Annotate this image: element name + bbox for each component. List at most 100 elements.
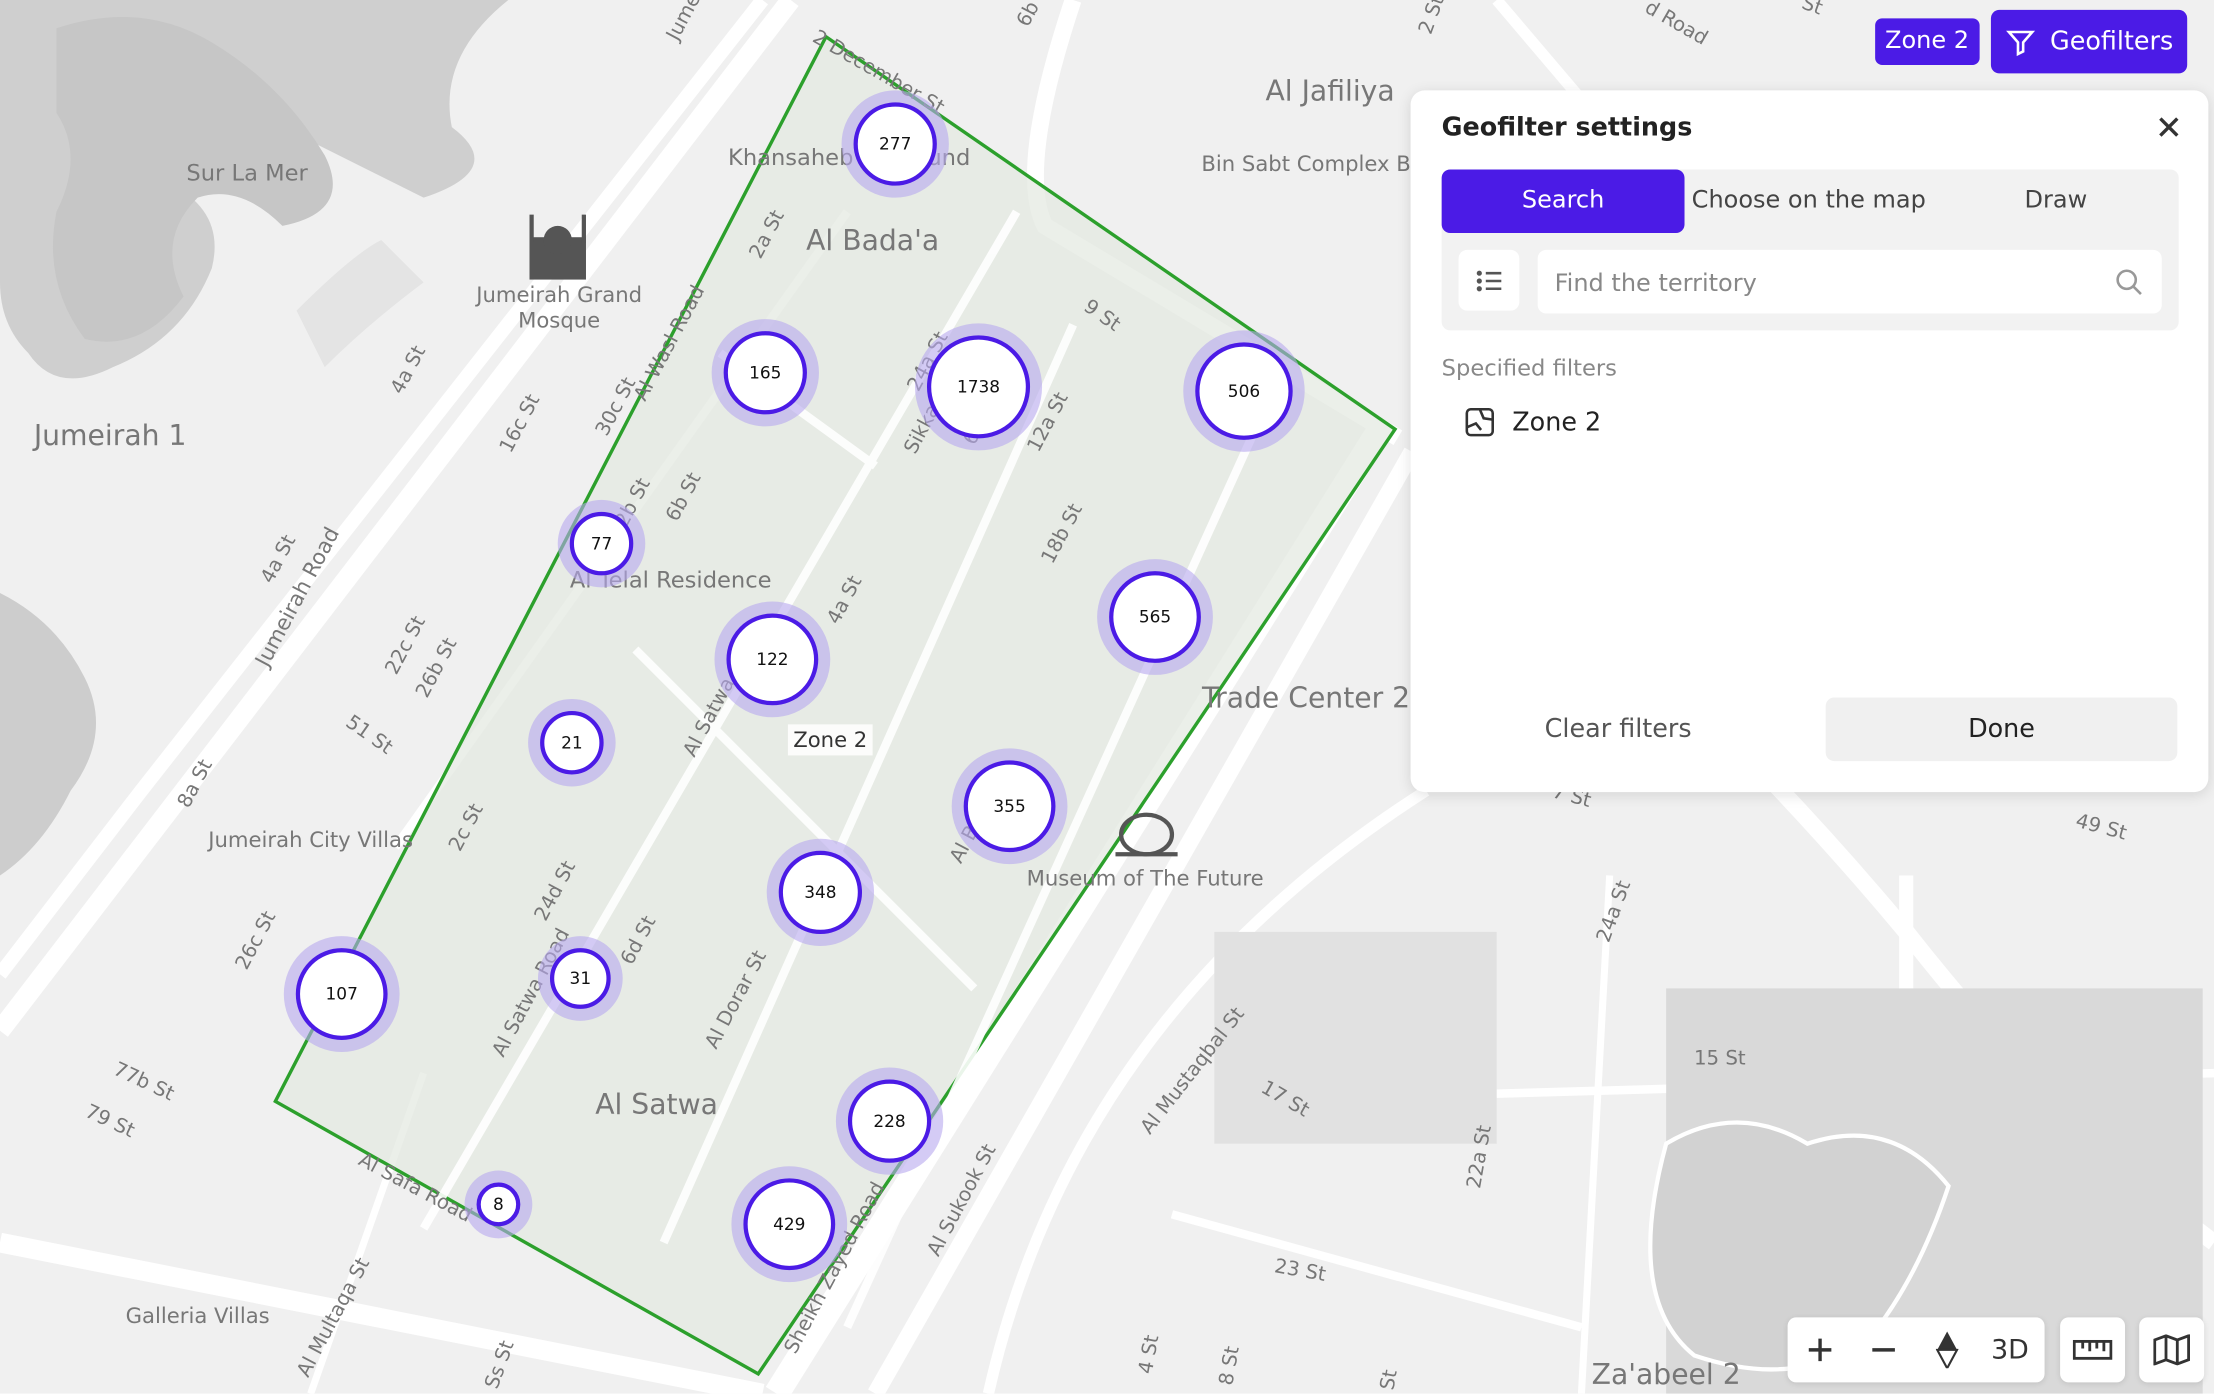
map-label-road: 4 St bbox=[1134, 1333, 1163, 1376]
map-label-road: Jume bbox=[661, 0, 706, 46]
cluster-count: 165 bbox=[749, 362, 781, 382]
map-label-poi: Mosque bbox=[518, 308, 600, 333]
map-label-district: Za'abeel 2 bbox=[1592, 1358, 1741, 1391]
beach-area bbox=[296, 240, 424, 368]
3d-toggle-button[interactable]: 3D bbox=[1978, 1317, 2042, 1382]
cluster-count: 429 bbox=[773, 1214, 805, 1234]
cluster-count: 21 bbox=[561, 732, 583, 752]
geofilter-settings-panel: Geofilter settings Search Choose on the … bbox=[1410, 90, 2209, 793]
map-layers-control bbox=[2139, 1317, 2205, 1383]
cluster-marker[interactable]: 565 bbox=[1097, 559, 1213, 675]
done-button[interactable]: Done bbox=[1825, 697, 2178, 762]
cluster-count: 228 bbox=[873, 1111, 905, 1131]
map-label-road: d Road bbox=[1641, 0, 1712, 50]
cluster-marker[interactable]: 165 bbox=[711, 319, 819, 427]
map-label-road: 77b St bbox=[110, 1057, 178, 1105]
zoom-out-icon bbox=[1871, 1348, 1895, 1352]
ruler-icon bbox=[2072, 1339, 2112, 1360]
cluster-marker[interactable]: 21 bbox=[528, 698, 616, 787]
cluster-count: 355 bbox=[993, 796, 1025, 816]
filter-icon bbox=[2005, 30, 2035, 56]
cluster-marker[interactable]: 31 bbox=[537, 936, 623, 1021]
ruler-control bbox=[2060, 1317, 2126, 1383]
map-label-place: Galleria Villas bbox=[126, 1303, 270, 1328]
zoom-out-button[interactable] bbox=[1851, 1317, 1915, 1382]
map-label-place: Jumeirah City Villas bbox=[206, 827, 413, 852]
search-icon[interactable] bbox=[2114, 267, 2145, 298]
cluster-count: 122 bbox=[756, 649, 788, 669]
zoom-in-button[interactable] bbox=[1788, 1317, 1852, 1382]
geofilters-label: Geofilters bbox=[2050, 26, 2174, 57]
compass-button[interactable] bbox=[1915, 1317, 1979, 1382]
cluster-count: 8 bbox=[493, 1194, 504, 1214]
cluster-marker[interactable]: 506 bbox=[1183, 330, 1305, 452]
map-label-road: 51 St bbox=[342, 710, 398, 759]
cluster-marker[interactable]: 429 bbox=[731, 1166, 848, 1283]
filter-item-zone-2[interactable]: Zone 2 bbox=[1464, 407, 1601, 438]
map-label-district: Al Bada'a bbox=[806, 224, 939, 257]
geofilters-button[interactable]: Geofilters bbox=[1990, 9, 2188, 74]
map-label-place: Sur La Mer bbox=[186, 161, 308, 187]
map-label-road: 4a St bbox=[386, 341, 430, 397]
zoom-in-icon bbox=[1808, 1338, 1831, 1362]
map-label-road: 15 St bbox=[1694, 1047, 1746, 1070]
filter-item-label: Zone 2 bbox=[1512, 407, 1602, 438]
cluster-count: 31 bbox=[570, 968, 592, 988]
tab-search[interactable]: Search bbox=[1441, 169, 1685, 233]
map-label-road: 2 St bbox=[1414, 0, 1449, 37]
zone-label: Zone 2 bbox=[793, 727, 867, 752]
map-label-district: Jumeirah 1 bbox=[32, 419, 187, 452]
building-block bbox=[1214, 931, 1497, 1144]
territory-icon bbox=[1465, 407, 1495, 437]
cluster-count: 277 bbox=[879, 134, 911, 154]
compass-icon bbox=[1935, 1331, 1958, 1369]
map-controls: 3D bbox=[1787, 1317, 2045, 1383]
map-label-district: Al Jafiliya bbox=[1266, 74, 1395, 107]
map-label-district: Trade Center 2 bbox=[1201, 681, 1410, 714]
list-icon bbox=[1476, 269, 1501, 291]
clear-filters-button[interactable]: Clear filters bbox=[1442, 698, 1795, 762]
cluster-marker[interactable]: 1738 bbox=[914, 323, 1043, 451]
cluster-marker[interactable]: 228 bbox=[835, 1067, 944, 1175]
map-label-road: St bbox=[1799, 0, 1826, 20]
cluster-marker[interactable]: 277 bbox=[841, 90, 949, 198]
map-label-place: Khansaheb bbox=[728, 145, 853, 171]
map-label-road: St bbox=[1376, 1368, 1402, 1392]
road bbox=[1170, 1210, 1583, 1332]
cluster-marker[interactable]: 348 bbox=[766, 838, 875, 947]
map-app: Sur La Mer Jumeirah Grand Mosque Jumeirah 1… bbox=[0, 0, 2214, 1394]
map-label-road: 16c St bbox=[495, 390, 545, 456]
water-area bbox=[0, 593, 97, 876]
ruler-button[interactable] bbox=[2060, 1317, 2124, 1382]
cluster-count: 107 bbox=[326, 984, 358, 1004]
cluster-marker[interactable]: 77 bbox=[557, 499, 646, 588]
cluster-count: 1738 bbox=[957, 377, 1000, 397]
map-label-poi: Jumeirah Grand bbox=[474, 282, 642, 307]
list-view-button[interactable] bbox=[1458, 249, 1520, 311]
map-label-road: 24a St bbox=[1592, 877, 1636, 945]
territory-search-field[interactable] bbox=[1537, 249, 2162, 317]
map-label-road: 26c St bbox=[231, 907, 281, 973]
map-layers-icon bbox=[2152, 1334, 2190, 1366]
cluster-count: 506 bbox=[1228, 381, 1260, 401]
tab-choose-on-map[interactable]: Choose on the map bbox=[1685, 169, 1934, 233]
search-input[interactable] bbox=[1537, 249, 2109, 317]
cluster-count: 77 bbox=[591, 533, 613, 553]
map-label-road: 79 St bbox=[82, 1100, 139, 1143]
specified-filters-label: Specified filters bbox=[1441, 354, 1617, 382]
cluster-marker[interactable]: 122 bbox=[714, 601, 831, 718]
map-label-place: Bin Sabt Complex B bbox=[1201, 151, 1410, 176]
cluster-marker[interactable]: 355 bbox=[951, 748, 1068, 865]
cluster-count: 565 bbox=[1139, 607, 1171, 627]
road bbox=[1577, 875, 1614, 1394]
map-label-road: 49 St bbox=[2073, 809, 2129, 845]
cluster-marker[interactable]: 107 bbox=[283, 936, 400, 1052]
tab-draw[interactable]: Draw bbox=[1933, 169, 2179, 233]
tabs-container: Search Choose on the map Draw bbox=[1441, 169, 2179, 331]
close-icon[interactable] bbox=[2155, 113, 2183, 141]
cluster-count: 348 bbox=[804, 882, 836, 902]
panel-title: Geofilter settings bbox=[1441, 112, 1693, 143]
zone-chip[interactable]: Zone 2 bbox=[1875, 18, 1979, 65]
cluster-marker[interactable]: 8 bbox=[464, 1170, 533, 1239]
map-layers-button[interactable] bbox=[2139, 1317, 2203, 1382]
